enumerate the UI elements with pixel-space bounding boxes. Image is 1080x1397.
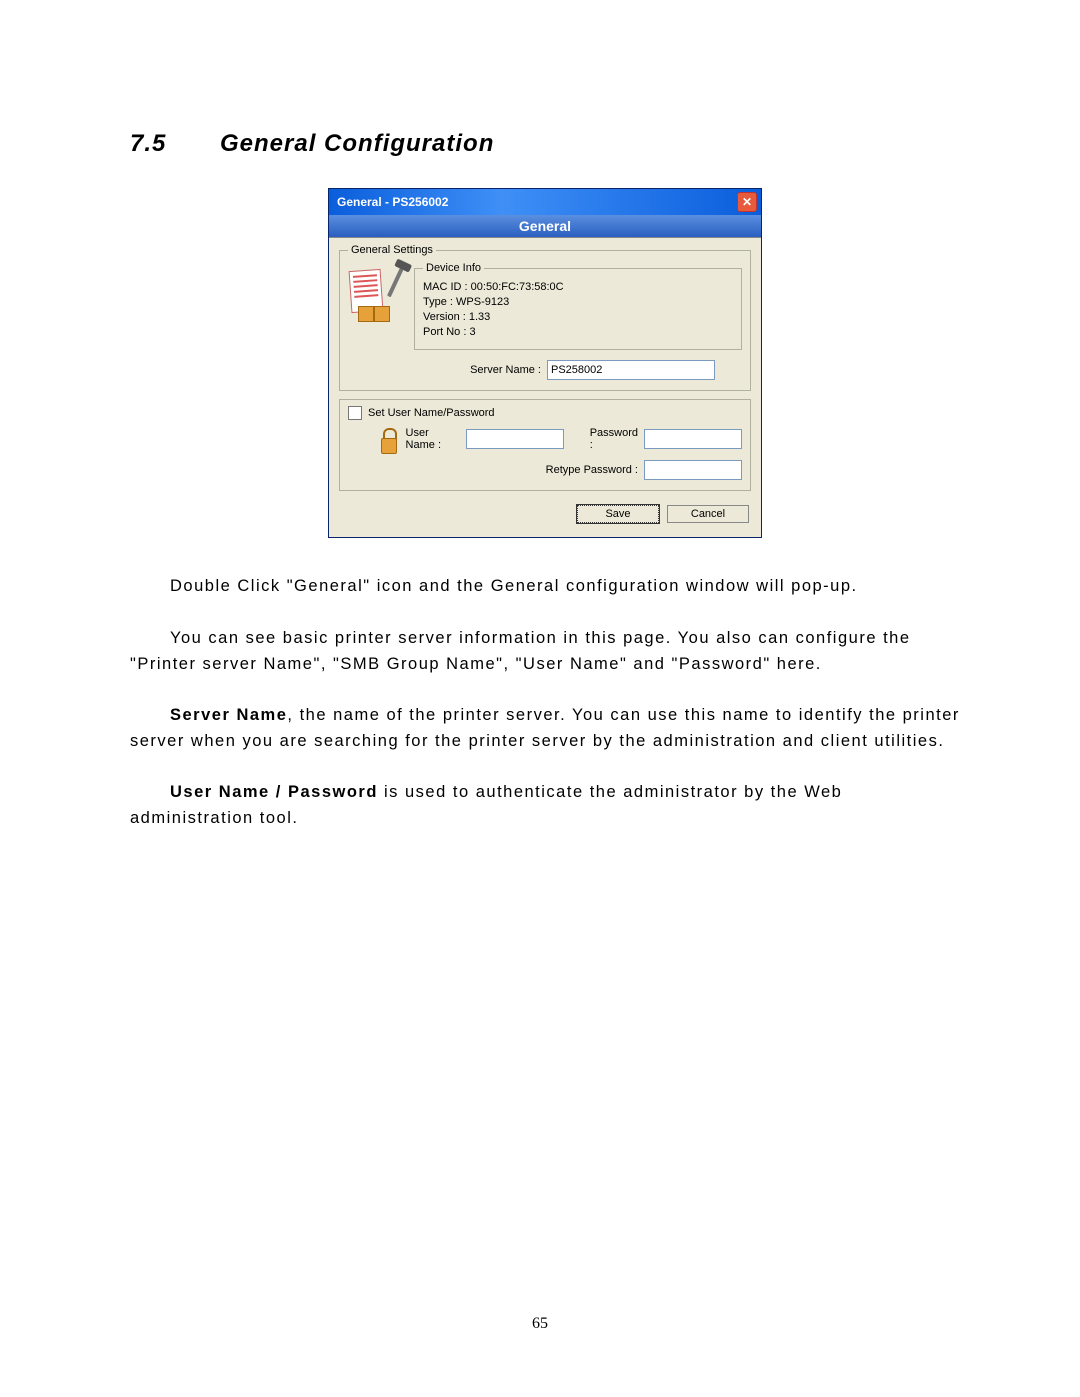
password-input[interactable] <box>644 429 742 449</box>
paragraph-1: Double Click "General" icon and the Gene… <box>130 574 960 600</box>
device-info-group: Device Info MAC ID : 00:50:FC:73:58:0C T… <box>414 262 742 350</box>
section-title: General Configuration <box>220 130 494 157</box>
type-line: Type : WPS-9123 <box>423 295 733 310</box>
paragraph-4: User Name / Password is used to authenti… <box>130 780 960 831</box>
lock-icon <box>378 424 396 454</box>
version-line: Version : 1.33 <box>423 310 733 325</box>
window-title: General - PS256002 <box>337 195 448 209</box>
page-number: 65 <box>0 1315 1080 1333</box>
cancel-button[interactable]: Cancel <box>667 505 749 523</box>
paragraph-2: You can see basic printer server informa… <box>130 626 960 677</box>
general-settings-group: General Settings Device Info MAC ID : 00… <box>339 244 751 391</box>
tab-general[interactable]: General <box>329 215 761 238</box>
titlebar[interactable]: General - PS256002 ✕ <box>329 189 761 215</box>
password-label: Password : <box>590 427 638 451</box>
section-heading: 7.5General Configuration <box>130 130 960 158</box>
device-info-legend: Device Info <box>423 262 484 274</box>
tools-icon <box>348 266 404 322</box>
user-name-input[interactable] <box>466 429 564 449</box>
paragraph-3: Server Name, the name of the printer ser… <box>130 703 960 754</box>
general-settings-legend: General Settings <box>348 244 436 256</box>
server-name-label: Server Name : <box>441 364 541 376</box>
user-name-label: User Name : <box>406 427 460 451</box>
server-name-input[interactable] <box>547 360 715 380</box>
set-credentials-checkbox[interactable] <box>348 406 362 420</box>
retype-password-input[interactable] <box>644 460 742 480</box>
port-line: Port No : 3 <box>423 325 733 340</box>
general-config-dialog: General - PS256002 ✕ General General Set… <box>328 188 762 538</box>
credentials-group: Set User Name/Password User Name : Passw… <box>339 399 751 491</box>
save-button[interactable]: Save <box>577 505 659 523</box>
section-number: 7.5 <box>130 130 220 158</box>
close-icon[interactable]: ✕ <box>737 192 757 212</box>
mac-id-line: MAC ID : 00:50:FC:73:58:0C <box>423 280 733 295</box>
retype-password-label: Retype Password : <box>546 464 638 476</box>
set-credentials-label: Set User Name/Password <box>368 407 495 419</box>
